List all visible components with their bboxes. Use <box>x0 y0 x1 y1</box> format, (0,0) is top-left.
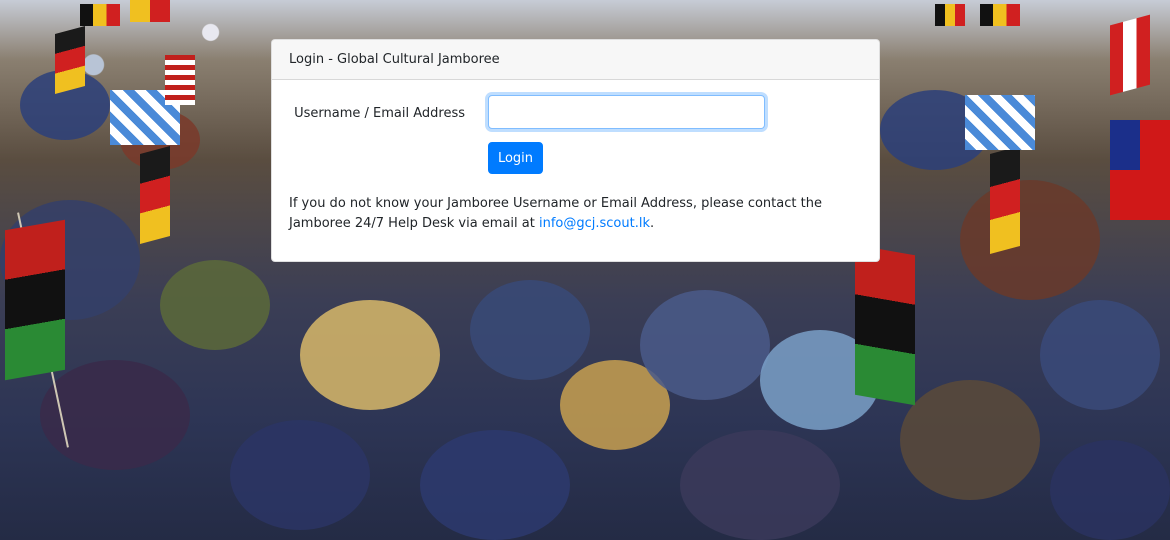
help-email-link[interactable]: info@gcj.scout.lk <box>539 216 650 231</box>
card-title: Login - Global Cultural Jamboree <box>289 52 500 67</box>
help-text: If you do not know your Jamboree Usernam… <box>289 194 869 234</box>
help-text-end: . <box>650 216 655 231</box>
username-label: Username / Email Address <box>294 106 465 121</box>
login-card: Login - Global Cultural Jamboree Usernam… <box>271 39 880 262</box>
card-header: Login - Global Cultural Jamboree <box>272 40 879 80</box>
card-body: Username / Email Address Login If you do… <box>272 80 879 261</box>
username-input[interactable] <box>488 95 765 129</box>
login-button[interactable]: Login <box>488 142 543 174</box>
